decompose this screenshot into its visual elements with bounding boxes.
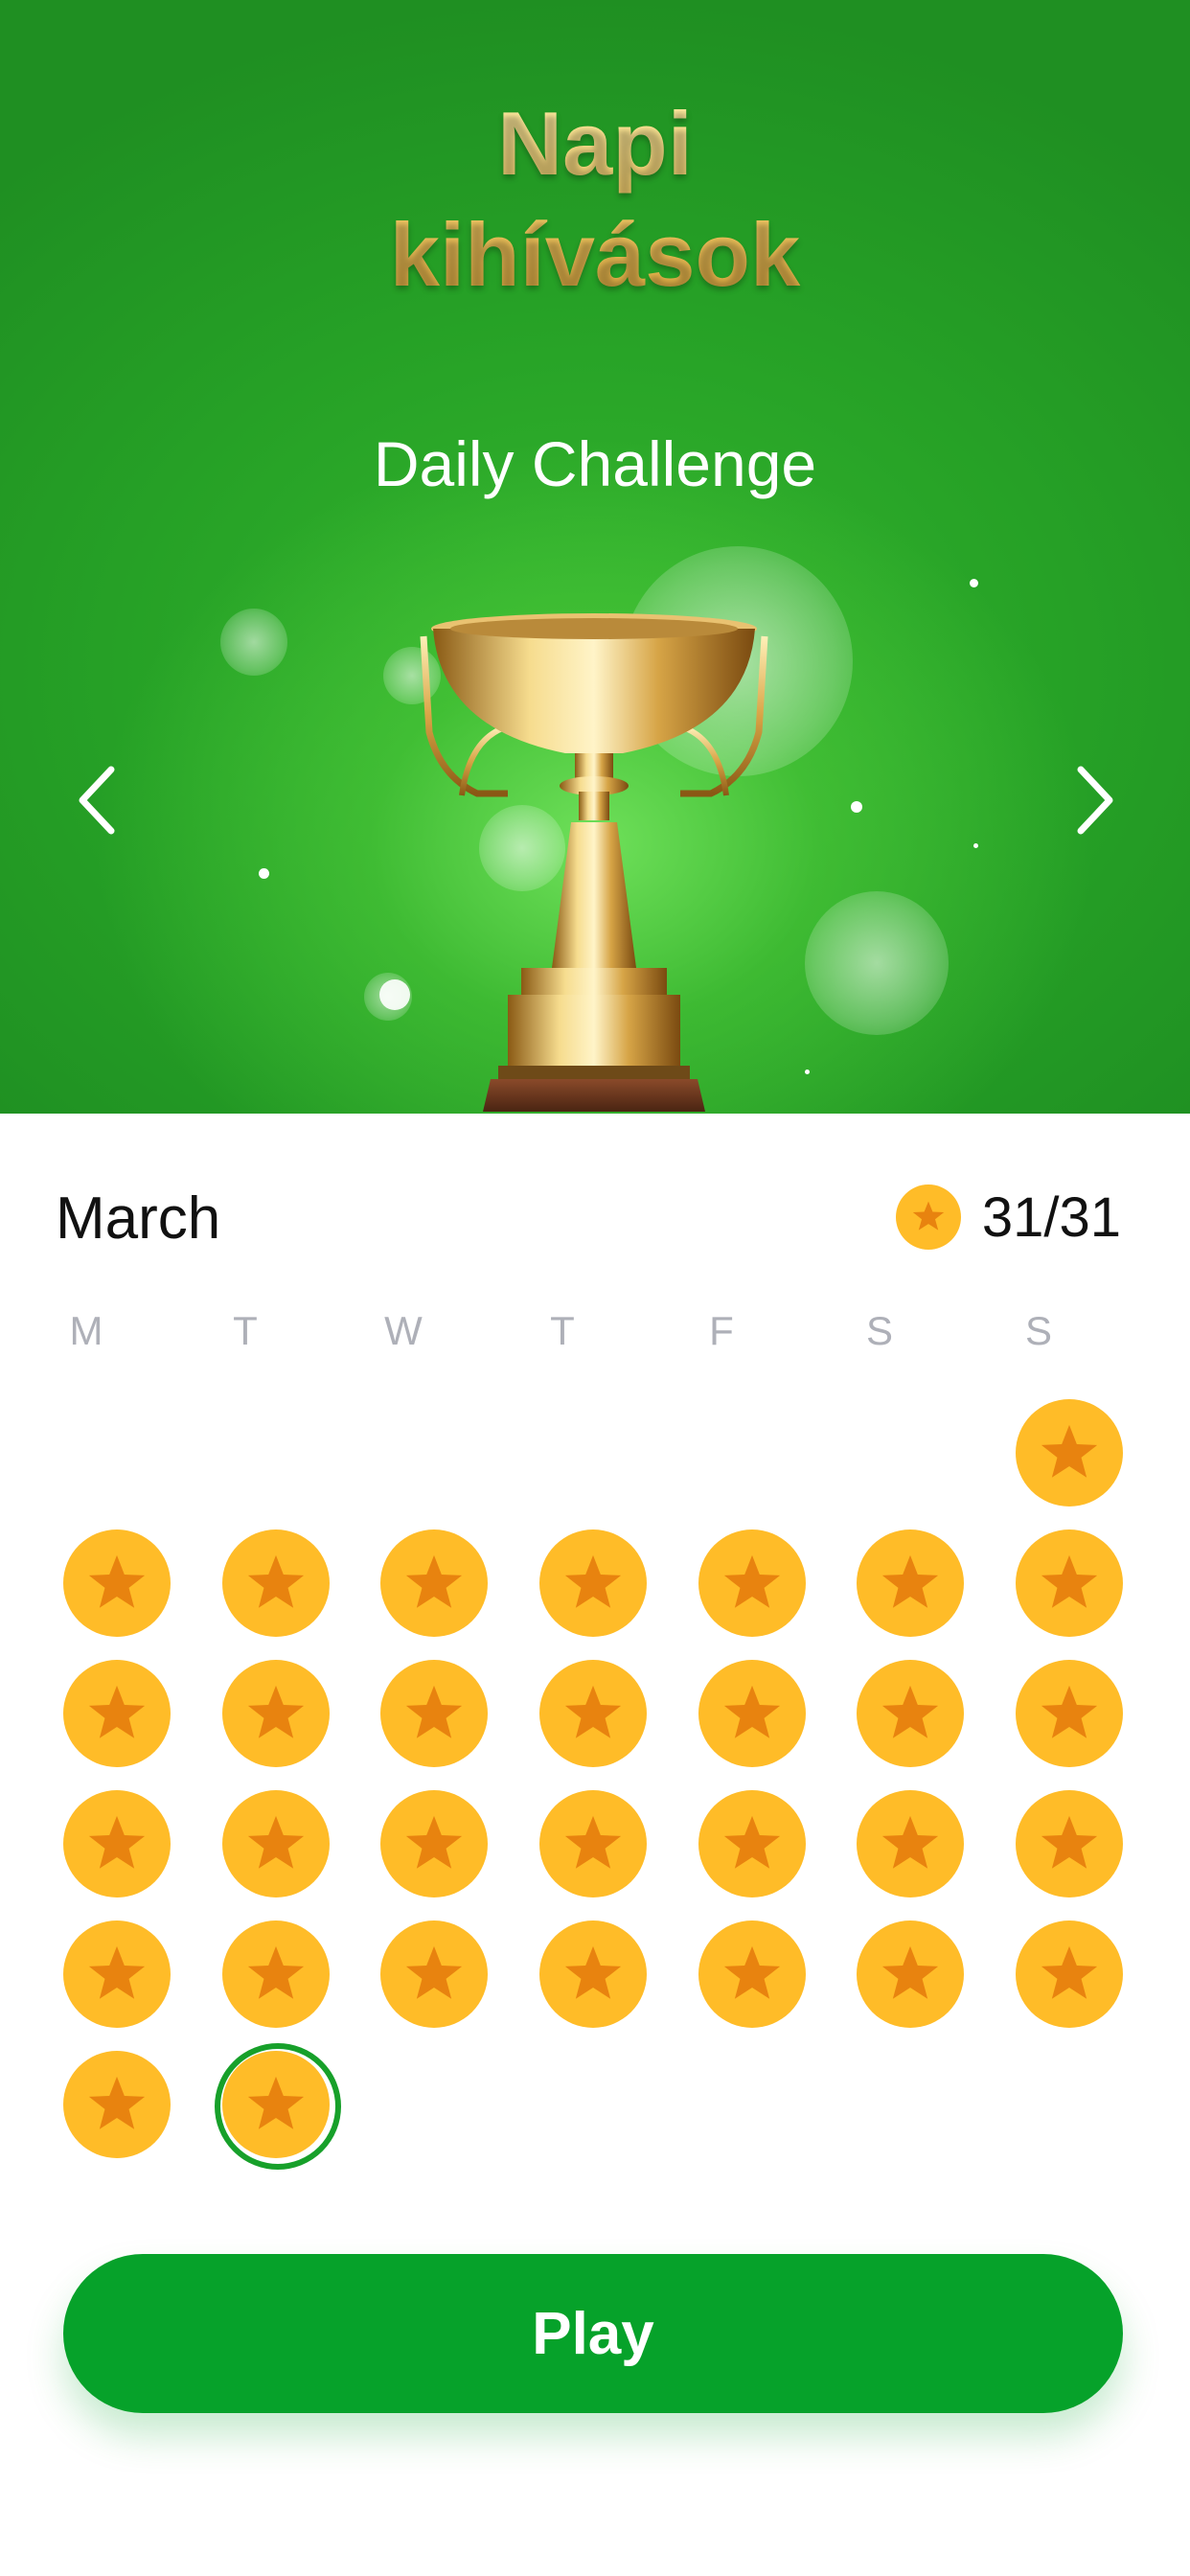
day-cell[interactable] bbox=[63, 1920, 171, 2028]
sparkle bbox=[851, 801, 862, 813]
weekday-label: T bbox=[233, 1308, 258, 1353]
hero-title-line: kihívások bbox=[389, 204, 801, 305]
star-coin-icon bbox=[380, 1920, 488, 2028]
sparkle bbox=[973, 843, 978, 848]
trophy-icon bbox=[420, 613, 768, 1112]
weekday-label: S bbox=[1024, 1308, 1052, 1353]
weekday-label: T bbox=[550, 1308, 575, 1353]
star-coin-icon bbox=[698, 1660, 806, 1767]
day-cell[interactable] bbox=[222, 1790, 330, 1898]
weekday-header: MTWTFSS bbox=[0, 1308, 1190, 1366]
weekday-label: F bbox=[709, 1308, 734, 1353]
star-coin-icon bbox=[1016, 1660, 1123, 1767]
star-coin-icon bbox=[857, 1660, 964, 1767]
sparkle bbox=[970, 579, 978, 587]
day-cell[interactable] bbox=[1016, 1399, 1123, 1506]
day-cell[interactable] bbox=[1016, 1530, 1123, 1637]
score-counter: 31/31 bbox=[895, 1184, 1121, 1250]
star-coin-icon bbox=[222, 1530, 330, 1637]
sparkle bbox=[805, 1070, 810, 1074]
month-label: March bbox=[56, 1185, 221, 1252]
hero-banner: Napi kihívások Daily Challenge bbox=[0, 0, 1190, 1114]
day-cell[interactable] bbox=[222, 1530, 330, 1637]
day-cell[interactable] bbox=[857, 1660, 964, 1767]
day-cell[interactable] bbox=[63, 1660, 171, 1767]
star-coin-icon bbox=[1016, 1399, 1123, 1506]
day-cell[interactable] bbox=[1016, 1660, 1123, 1767]
day-cell[interactable] bbox=[63, 2051, 171, 2158]
day-cell[interactable] bbox=[380, 1790, 488, 1898]
day-cell[interactable] bbox=[857, 1920, 964, 2028]
score-text: 31/31 bbox=[981, 1185, 1121, 1249]
day-cell[interactable] bbox=[380, 1660, 488, 1767]
star-coin-icon bbox=[539, 1920, 647, 2028]
star-coin-icon bbox=[857, 1790, 964, 1898]
weekday-label: M bbox=[69, 1308, 103, 1353]
hero-title: Napi kihívások bbox=[0, 88, 1190, 310]
star-coin-icon bbox=[380, 1530, 488, 1637]
day-cell[interactable] bbox=[698, 1660, 806, 1767]
day-cell[interactable] bbox=[1016, 1790, 1123, 1898]
day-cell[interactable] bbox=[222, 1920, 330, 2028]
chevron-right-icon bbox=[1077, 766, 1113, 835]
day-cell[interactable] bbox=[698, 1790, 806, 1898]
star-coin-icon bbox=[698, 1790, 806, 1898]
star-coin-icon bbox=[539, 1530, 647, 1637]
day-cell[interactable] bbox=[698, 1920, 806, 2028]
day-cell-today[interactable] bbox=[215, 2043, 341, 2170]
bokeh-light bbox=[805, 891, 949, 1035]
star-coin-icon bbox=[63, 1790, 171, 1898]
star-coin-icon bbox=[857, 1530, 964, 1637]
weekday-label: S bbox=[865, 1308, 893, 1353]
chevron-left-icon bbox=[79, 766, 115, 835]
star-coin-icon bbox=[1016, 1920, 1123, 2028]
day-cell[interactable] bbox=[857, 1790, 964, 1898]
day-cell[interactable] bbox=[539, 1790, 647, 1898]
day-cell[interactable] bbox=[857, 1530, 964, 1637]
star-coin-icon bbox=[895, 1184, 961, 1250]
previous-month-button[interactable] bbox=[57, 757, 134, 843]
day-cell[interactable] bbox=[63, 1790, 171, 1898]
day-cell[interactable] bbox=[1016, 1920, 1123, 2028]
star-coin-icon bbox=[698, 1920, 806, 2028]
day-cell[interactable] bbox=[698, 1530, 806, 1637]
star-coin-icon bbox=[539, 1660, 647, 1767]
play-button[interactable]: Play bbox=[63, 2254, 1123, 2413]
day-cell[interactable] bbox=[222, 1660, 330, 1767]
star-coin-icon bbox=[222, 1660, 330, 1767]
star-coin-icon bbox=[1016, 1790, 1123, 1898]
hero-title-line: Napi bbox=[497, 93, 693, 194]
star-coin-icon bbox=[698, 1530, 806, 1637]
day-cell[interactable] bbox=[380, 1530, 488, 1637]
star-coin-icon bbox=[222, 1920, 330, 2028]
bokeh-light bbox=[220, 609, 287, 676]
star-coin-icon bbox=[1016, 1530, 1123, 1637]
star-coin-icon bbox=[222, 2051, 330, 2158]
star-coin-icon bbox=[63, 1530, 171, 1637]
next-month-button[interactable] bbox=[1058, 757, 1134, 843]
day-cell[interactable] bbox=[539, 1920, 647, 2028]
star-coin-icon bbox=[857, 1920, 964, 2028]
sparkle bbox=[259, 868, 269, 879]
star-coin-icon bbox=[380, 1660, 488, 1767]
weekday-label: W bbox=[384, 1308, 423, 1353]
day-cell[interactable] bbox=[380, 1920, 488, 2028]
day-cell[interactable] bbox=[63, 1530, 171, 1637]
day-cell[interactable] bbox=[539, 1530, 647, 1637]
star-coin-icon bbox=[222, 1790, 330, 1898]
star-coin-icon bbox=[539, 1790, 647, 1898]
day-cell[interactable] bbox=[539, 1660, 647, 1767]
star-coin-icon bbox=[63, 1920, 171, 2028]
star-coin-icon bbox=[380, 1790, 488, 1898]
hero-subtitle: Daily Challenge bbox=[373, 428, 817, 499]
star-coin-icon bbox=[63, 1660, 171, 1767]
star-coin-icon bbox=[63, 2051, 171, 2158]
